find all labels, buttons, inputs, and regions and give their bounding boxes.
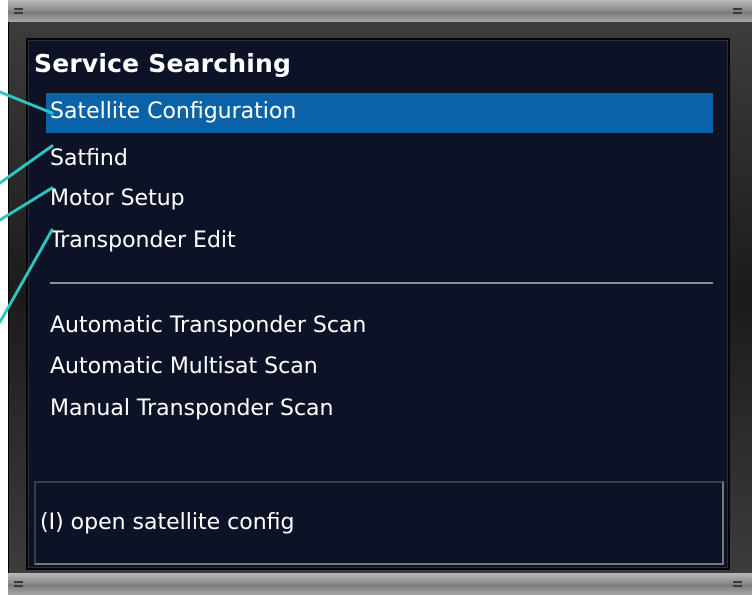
callout-line bbox=[0, 186, 54, 222]
callout-lines bbox=[0, 90, 54, 324]
callout-line bbox=[0, 90, 54, 115]
callout-line bbox=[0, 144, 54, 185]
callout-line bbox=[0, 228, 54, 324]
